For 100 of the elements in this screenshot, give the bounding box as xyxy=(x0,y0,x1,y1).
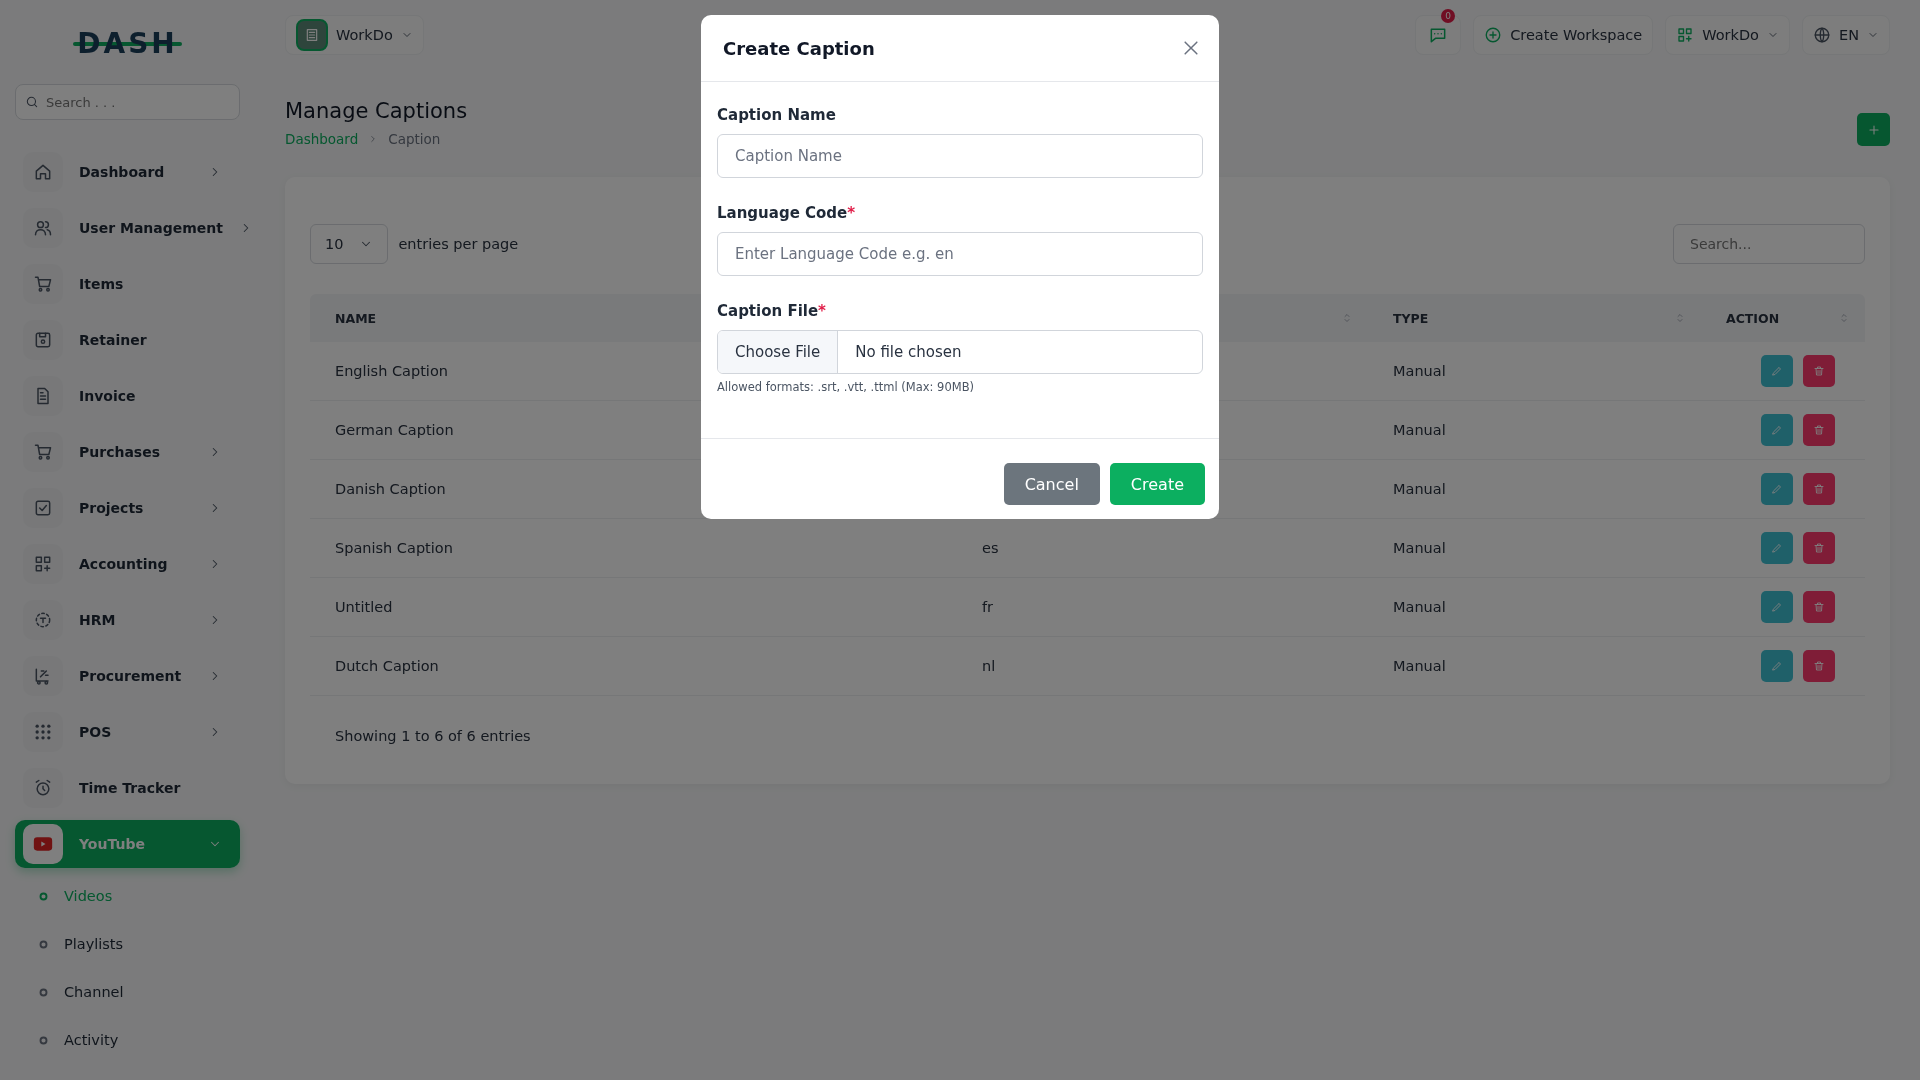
apps-icon xyxy=(1676,26,1695,44)
delete-button[interactable] xyxy=(1803,532,1835,564)
cancel-button[interactable]: Cancel xyxy=(1003,463,1100,505)
table-cell-text: Manual xyxy=(1392,363,1447,379)
submenu-item[interactable]: Activity xyxy=(15,1016,240,1064)
column-header[interactable]: TYPE xyxy=(1368,294,1701,342)
create-workspace-button[interactable]: Create Workspace xyxy=(1473,15,1654,55)
home-icon xyxy=(33,162,53,182)
text-field[interactable]: Caption Name xyxy=(717,134,1203,178)
field-label: Language Code* xyxy=(717,204,857,222)
sidebar-item[interactable]: Accounting xyxy=(15,540,240,588)
edit-button[interactable] xyxy=(1761,532,1793,564)
table-cell-text: Spanish Caption xyxy=(334,540,454,556)
globe-icon xyxy=(1813,26,1831,44)
sidebar-item[interactable]: POS xyxy=(15,708,240,756)
table-cell-text: Manual xyxy=(1392,540,1447,556)
sidebar-item[interactable]: Invoice xyxy=(15,372,240,420)
language-menu[interactable]: EN xyxy=(1802,15,1890,55)
play-icon xyxy=(33,834,53,854)
sidebar-item[interactable]: HRM xyxy=(15,596,240,644)
pencil-icon xyxy=(1771,483,1783,495)
field-label: Caption File* xyxy=(717,302,827,320)
circle-bullet-icon xyxy=(39,891,48,901)
sidebar-item[interactable]: Dashboard xyxy=(15,148,240,196)
sidebar-item[interactable]: Procurement xyxy=(15,652,240,700)
users-icon xyxy=(33,218,53,238)
grid-icon xyxy=(33,554,53,574)
trash-icon xyxy=(1813,483,1825,495)
hint-text: Allowed formats: .srt, .vtt, .ttml (Max: 90MB) xyxy=(717,380,976,394)
page-title: Manage Captions xyxy=(285,99,468,123)
cart-icon xyxy=(33,274,53,294)
dashed-circle-icon xyxy=(33,610,53,630)
table-cell-text: Manual xyxy=(1392,481,1447,497)
edit-button[interactable] xyxy=(1761,591,1793,623)
pencil-icon xyxy=(1771,424,1783,436)
checkbox-icon xyxy=(33,498,53,518)
trash-icon xyxy=(1813,660,1825,672)
create-button[interactable]: Create xyxy=(1109,463,1205,505)
text-field[interactable]: Enter Language Code e.g. en xyxy=(717,232,1203,276)
plus-icon xyxy=(1866,122,1881,137)
sort-icon xyxy=(1838,312,1850,324)
delete-button[interactable] xyxy=(1803,473,1835,505)
pencil-icon xyxy=(1771,660,1783,672)
circle-bullet-icon xyxy=(39,987,48,997)
field-label: Caption Name xyxy=(717,106,837,124)
trash-icon xyxy=(1813,365,1825,377)
trash-icon xyxy=(1813,601,1825,613)
dots-icon xyxy=(33,722,53,742)
delete-button[interactable] xyxy=(1803,591,1835,623)
circle-bullet-icon xyxy=(39,939,48,949)
alarm-clock-icon xyxy=(33,778,53,798)
add-button[interactable] xyxy=(1857,113,1890,146)
building-icon xyxy=(304,27,320,43)
workspace-menu[interactable]: WorkDo xyxy=(1665,15,1790,55)
cart-icon xyxy=(33,442,53,462)
column-header[interactable]: ACTION xyxy=(1701,294,1865,342)
submenu-item[interactable]: Playlists xyxy=(15,920,240,968)
table-search-field[interactable]: Search... xyxy=(1673,224,1865,264)
plus-circle-icon xyxy=(1484,26,1503,44)
table-cell-text: Untitled xyxy=(334,599,394,615)
dialog-title: Create Caption xyxy=(723,37,875,59)
edit-button[interactable] xyxy=(1761,414,1793,446)
breadcrumb-current: Caption xyxy=(388,131,441,147)
sidebar-item[interactable]: Projects xyxy=(15,484,240,532)
notification-badge: 0 xyxy=(1441,9,1456,23)
table-cell-text: fr xyxy=(981,599,995,615)
edit-button[interactable] xyxy=(1761,355,1793,387)
sidebar-item[interactable]: Time Tracker xyxy=(15,764,240,812)
pencil-icon xyxy=(1771,542,1783,554)
file-field[interactable]: Choose File No file chosen xyxy=(717,330,1203,374)
sidebar-item[interactable]: Purchases xyxy=(15,428,240,476)
trash-icon xyxy=(1813,424,1825,436)
delete-button[interactable] xyxy=(1803,355,1835,387)
entries-info: Showing 1 to 6 of 6 entries xyxy=(334,728,532,744)
table-cell-text: Manual xyxy=(1392,658,1447,674)
search-icon xyxy=(25,95,39,109)
trash-icon xyxy=(1813,542,1825,554)
sidebar-item[interactable]: Retainer xyxy=(15,316,240,364)
delete-button[interactable] xyxy=(1803,414,1835,446)
table-cell-text: Manual xyxy=(1392,422,1447,438)
sidebar-item[interactable]: Items xyxy=(15,260,240,308)
edit-button[interactable] xyxy=(1761,650,1793,682)
table-cell-text: Manual xyxy=(1392,599,1447,615)
submenu-item[interactable]: Channel xyxy=(15,968,240,1016)
entries-label: entries per page xyxy=(398,236,519,252)
table-cell-text: nl xyxy=(981,658,997,674)
edit-button[interactable] xyxy=(1761,473,1793,505)
sidebar-item[interactable]: User Management xyxy=(15,204,240,252)
floppy-icon xyxy=(33,330,53,350)
pencil-icon xyxy=(1771,365,1783,377)
table-cell-text: Danish Caption xyxy=(334,481,447,497)
circle-bullet-icon xyxy=(39,1035,48,1045)
entries-select[interactable]: 10 xyxy=(310,224,389,264)
table-cell-text: German Caption xyxy=(334,422,455,438)
pencil-icon xyxy=(1771,601,1783,613)
sort-icon xyxy=(1341,312,1353,324)
search-field[interactable]: Search . . . xyxy=(15,84,240,120)
workspace-switcher[interactable]: WorkDo xyxy=(285,15,424,55)
delete-button[interactable] xyxy=(1803,650,1835,682)
table-cell-text: English Caption xyxy=(334,363,449,379)
